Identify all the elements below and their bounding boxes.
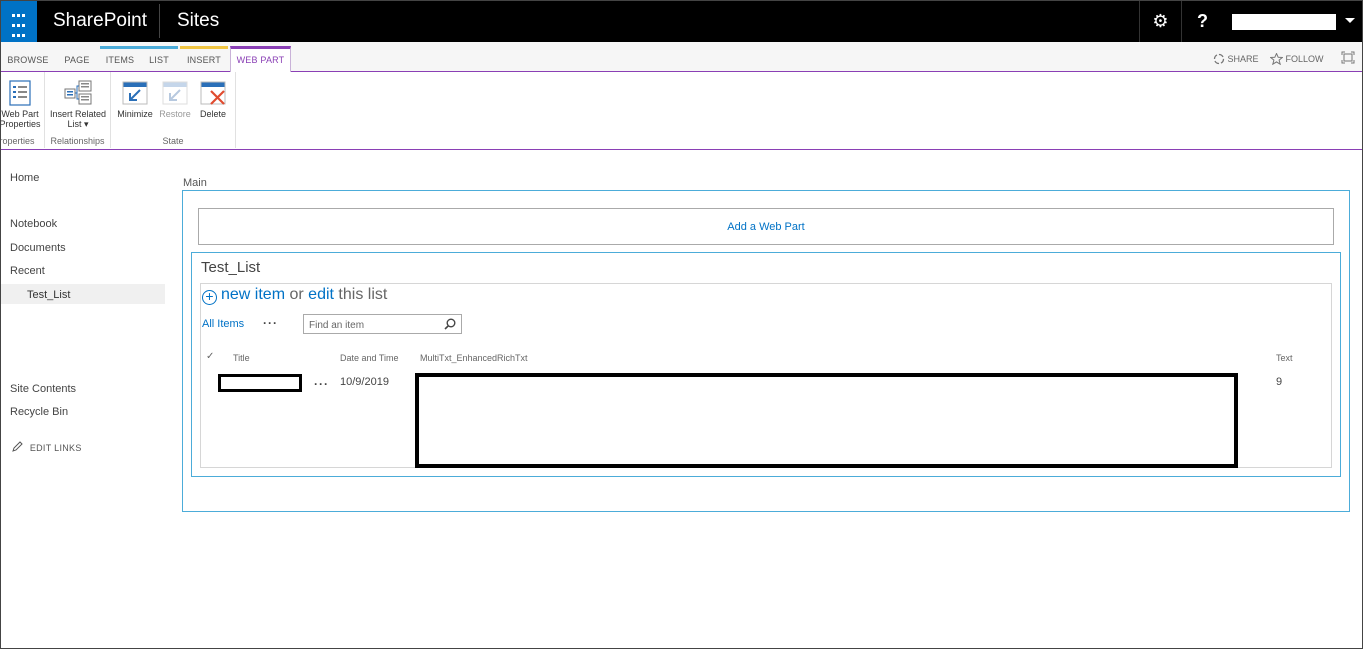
web-part-properties-label-2: Properties	[0, 119, 41, 129]
search-box	[303, 314, 462, 334]
edit-links-label: EDIT LINKS	[29, 443, 82, 453]
column-header-date-time[interactable]: Date and Time	[340, 353, 399, 363]
row-rich-text-redacted	[415, 373, 1238, 468]
search-input[interactable]	[309, 318, 439, 332]
app-launcher-icon[interactable]	[0, 0, 37, 42]
ribbon: Web Part Properties roperties Insert Rel…	[0, 72, 1363, 150]
brand-title[interactable]: SharePoint	[53, 10, 147, 32]
column-header-title[interactable]: Title	[233, 353, 250, 363]
focus-icon	[1341, 51, 1355, 64]
focus-on-content-button[interactable]	[1341, 51, 1355, 66]
follow-label: FOLLOW	[1285, 54, 1324, 64]
plus-circle-icon[interactable]: +	[202, 289, 217, 305]
settings-button[interactable]: ⚙	[1139, 0, 1181, 42]
tab-web-part[interactable]: WEB PART	[230, 46, 291, 73]
nav-recycle-bin[interactable]: Recycle Bin	[10, 406, 68, 418]
tab-items[interactable]: ITEMS	[100, 46, 140, 72]
or-text: or	[289, 286, 304, 303]
select-all-checkmark-icon[interactable]: ✓	[206, 351, 214, 362]
nav-documents[interactable]: Documents	[10, 242, 66, 254]
chevron-down-icon[interactable]	[1345, 18, 1355, 23]
tab-browse[interactable]: BROWSE	[4, 46, 52, 72]
this-list-text: this list	[338, 286, 388, 303]
restore-label: Restore	[159, 109, 191, 119]
web-part-title[interactable]: Test_List	[201, 259, 260, 276]
nav-notebook[interactable]: Notebook	[10, 218, 57, 230]
ribbon-group-label-properties: roperties	[0, 136, 35, 146]
row-title-redacted[interactable]	[218, 374, 302, 392]
web-part-properties-label-1: Web Part	[1, 109, 39, 119]
zone-title: Main	[183, 177, 207, 189]
ribbon-tab-row: BROWSE PAGE ITEMS LIST INSERT WEB PART S…	[0, 42, 1363, 73]
nav-recent-test-list[interactable]: Test_List	[27, 289, 70, 301]
column-header-multitxt[interactable]: MultiTxt_EnhancedRichTxt	[420, 353, 528, 363]
insert-related-list-label-1: Insert Related	[49, 109, 107, 119]
row-item-menu-ellipsis[interactable]: ···	[314, 377, 329, 391]
nav-site-contents[interactable]: Site Contents	[10, 383, 76, 395]
row-text-value: 9	[1276, 376, 1283, 388]
user-name-redacted[interactable]	[1232, 14, 1336, 30]
suite-bar-divider	[159, 4, 160, 38]
related-list-icon	[64, 80, 92, 105]
ribbon-group-label-state: State	[162, 136, 184, 146]
new-item-link[interactable]: new item	[221, 286, 285, 303]
nav-selected-highlight	[0, 284, 165, 304]
edit-links-button[interactable]: EDIT LINKS	[12, 441, 82, 453]
gear-icon: ⚙	[1152, 11, 1169, 31]
column-header-text[interactable]: Text	[1276, 353, 1293, 363]
share-label: SHARE	[1227, 54, 1259, 64]
edit-list-link[interactable]: edit	[308, 286, 334, 303]
help-icon: ?	[1197, 11, 1208, 31]
pencil-icon	[12, 441, 23, 452]
tab-list[interactable]: LIST	[140, 46, 178, 72]
nav-recent[interactable]: Recent	[10, 265, 45, 277]
restore-button[interactable]: Restore	[157, 80, 193, 119]
minimize-label: Minimize	[117, 109, 153, 119]
share-button[interactable]: SHARE	[1213, 53, 1259, 65]
ribbon-group-state: Minimize Restore Delete State	[111, 72, 236, 148]
restore-icon	[162, 81, 188, 105]
ribbon-group-relationships: Insert Related List ▾ Relationships	[45, 72, 111, 148]
ribbon-group-label-relationships: Relationships	[50, 136, 105, 146]
share-icon	[1213, 53, 1225, 65]
properties-icon	[9, 80, 31, 106]
web-part-properties-button[interactable]: Web Part Properties	[0, 80, 43, 129]
view-all-items[interactable]: All Items	[202, 318, 244, 330]
tab-page[interactable]: PAGE	[56, 46, 98, 72]
minimize-button[interactable]: Minimize	[115, 80, 155, 119]
suite-bar: SharePoint Sites ⚙ ?	[0, 0, 1363, 42]
search-icon[interactable]	[444, 318, 456, 330]
app-title[interactable]: Sites	[177, 10, 219, 32]
row-date-time: 10/9/2019	[340, 376, 389, 388]
insert-related-list-label-2: List ▾	[67, 119, 89, 129]
nav-home[interactable]: Home	[10, 172, 39, 184]
insert-related-list-button[interactable]: Insert Related List ▾	[47, 80, 109, 129]
tab-insert[interactable]: INSERT	[180, 46, 228, 72]
delete-button[interactable]: Delete	[195, 80, 231, 119]
follow-button[interactable]: FOLLOW	[1269, 52, 1324, 66]
star-icon	[1269, 52, 1284, 66]
delete-icon	[200, 81, 226, 105]
add-web-part-button[interactable]: Add a Web Part	[198, 208, 1334, 245]
view-more-ellipsis[interactable]: ···	[263, 316, 278, 330]
minimize-icon	[122, 81, 148, 105]
help-button[interactable]: ?	[1181, 0, 1223, 42]
new-item-bar: + new item or edit this list	[202, 286, 387, 305]
delete-label: Delete	[199, 109, 226, 119]
ribbon-group-properties: Web Part Properties roperties	[0, 72, 45, 148]
